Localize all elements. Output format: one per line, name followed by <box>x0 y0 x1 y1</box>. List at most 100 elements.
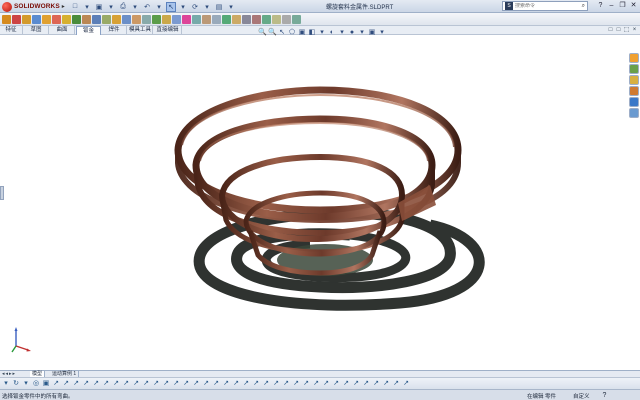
sheet-metal-tool-icon[interactable]: ↗ <box>342 380 350 388</box>
search-input[interactable] <box>515 3 573 9</box>
command-tool-icon[interactable] <box>52 14 61 24</box>
feature-manager-collapse-handle[interactable] <box>0 186 4 200</box>
tab-6[interactable]: 直接编辑 <box>154 26 182 35</box>
command-tool-icon[interactable] <box>2 14 11 24</box>
undo-icon[interactable]: ↶ <box>142 2 152 12</box>
command-tool-icon[interactable] <box>282 14 291 24</box>
sheet-metal-tool-icon[interactable]: ↗ <box>352 380 360 388</box>
tab-5[interactable]: 模具工具 <box>128 26 153 35</box>
sheet-metal-tool-icon[interactable]: ↗ <box>172 380 180 388</box>
command-tool-icon[interactable] <box>142 14 151 24</box>
display-style-icon[interactable]: ◧ <box>308 29 316 37</box>
view-orientation-icon[interactable]: ▣ <box>298 29 306 37</box>
sheet-metal-tool-icon[interactable]: ↗ <box>382 380 390 388</box>
command-tool-icon[interactable] <box>102 14 111 24</box>
command-tool-icon[interactable] <box>92 14 101 24</box>
sheet-metal-tool-icon[interactable]: ↗ <box>292 380 300 388</box>
sheet-metal-tool-icon[interactable]: ↗ <box>132 380 140 388</box>
options-icon[interactable]: ▤ <box>214 2 224 12</box>
sheet-metal-tool-icon[interactable]: ↗ <box>122 380 130 388</box>
zoom-area-icon[interactable]: 🔍 <box>268 29 277 37</box>
search-icon[interactable]: ⌕ <box>582 3 585 10</box>
sheet-metal-tool-icon[interactable]: ↗ <box>152 380 160 388</box>
select-dropdown-icon[interactable]: ▾ <box>178 2 188 12</box>
minimize-button[interactable]: – <box>607 1 616 10</box>
print-dropdown-icon[interactable]: ▾ <box>130 2 140 12</box>
sheet-metal-tool-icon[interactable]: ↗ <box>222 380 230 388</box>
sheet-metal-tool-icon[interactable]: ↗ <box>82 380 90 388</box>
rebuild-icon[interactable]: ⟳ <box>190 2 200 12</box>
menu-arrow-icon[interactable]: ▸ <box>62 3 65 10</box>
command-tool-icon[interactable] <box>152 14 161 24</box>
display-style-dropdown-icon[interactable]: ▾ <box>318 29 326 37</box>
sheet-metal-tool-icon[interactable]: ↗ <box>332 380 340 388</box>
sheet-metal-tool-icon[interactable]: ↗ <box>72 380 80 388</box>
sheet-metal-tool-icon[interactable]: ↗ <box>252 380 260 388</box>
command-tool-icon[interactable] <box>172 14 181 24</box>
sheet-metal-tool-icon[interactable]: ↗ <box>302 380 310 388</box>
command-tool-icon[interactable] <box>32 14 41 24</box>
section-view-icon[interactable]: ⬠ <box>288 29 296 37</box>
appearance-dropdown-icon[interactable]: ▾ <box>358 29 366 37</box>
sheet-metal-tool-icon[interactable]: ↗ <box>362 380 370 388</box>
sheet-metal-tool-icon[interactable]: ▾ <box>22 380 30 388</box>
hide-show-dropdown-icon[interactable]: ▾ <box>338 29 346 37</box>
command-tool-icon[interactable] <box>272 14 281 24</box>
sheet-metal-tool-icon[interactable]: ↗ <box>212 380 220 388</box>
sheet-metal-tool-icon[interactable]: ↗ <box>52 380 60 388</box>
close-button[interactable]: ✕ <box>629 1 638 10</box>
save-dropdown-icon[interactable]: ▾ <box>106 2 116 12</box>
custom-properties-icon[interactable] <box>629 108 639 118</box>
tab-2[interactable]: 曲面 <box>50 26 75 35</box>
sheet-metal-tool-icon[interactable]: ↗ <box>62 380 70 388</box>
sheet-metal-tool-icon[interactable]: ↗ <box>282 380 290 388</box>
print-icon[interactable]: ⎙ <box>118 2 128 12</box>
command-tool-icon[interactable] <box>132 14 141 24</box>
sheet-metal-tool-icon[interactable]: ↗ <box>162 380 170 388</box>
sheet-metal-tool-icon[interactable]: ↗ <box>92 380 100 388</box>
command-tool-icon[interactable] <box>82 14 91 24</box>
command-tool-icon[interactable] <box>62 14 71 24</box>
close-document-icon[interactable]: × <box>631 27 638 34</box>
new-dropdown-icon[interactable]: ▾ <box>82 2 92 12</box>
command-tool-icon[interactable] <box>292 14 301 24</box>
command-tool-icon[interactable] <box>202 14 211 24</box>
tile-icon[interactable]: □ <box>607 27 614 34</box>
sheet-metal-tool-icon[interactable]: ↻ <box>12 380 20 388</box>
command-tool-icon[interactable] <box>122 14 131 24</box>
resources-icon[interactable] <box>629 53 639 63</box>
help-icon[interactable]: ? <box>596 1 605 10</box>
select-icon[interactable]: ↖ <box>166 1 176 12</box>
sheet-metal-tool-icon[interactable]: ↗ <box>372 380 380 388</box>
sheet-metal-tool-icon[interactable]: ↗ <box>312 380 320 388</box>
cascade-icon[interactable]: ⬚ <box>623 27 630 34</box>
tab-1[interactable]: 草图 <box>24 26 49 35</box>
previous-view-icon[interactable]: ↖ <box>278 29 286 37</box>
new-icon[interactable]: □ <box>70 2 80 12</box>
sheet-metal-tool-icon[interactable]: ↗ <box>202 380 210 388</box>
file-explorer-icon[interactable] <box>629 75 639 85</box>
search-scope-icon[interactable]: S <box>505 2 513 10</box>
graphics-area[interactable] <box>0 35 640 370</box>
command-tool-icon[interactable] <box>12 14 21 24</box>
view-palette-icon[interactable] <box>629 86 639 96</box>
options-dropdown-icon[interactable]: ▾ <box>226 2 236 12</box>
spiral-model-view[interactable] <box>0 35 640 370</box>
tab-4[interactable]: 焊件 <box>102 26 127 35</box>
save-icon[interactable]: ▣ <box>94 2 104 12</box>
scene-dropdown-icon[interactable]: ▾ <box>378 29 386 37</box>
scene-icon[interactable]: ▣ <box>368 29 376 37</box>
sheet-metal-tool-icon[interactable]: ↗ <box>192 380 200 388</box>
command-tool-icon[interactable] <box>252 14 261 24</box>
command-tool-icon[interactable] <box>242 14 251 24</box>
sheet-metal-tool-icon[interactable]: ↗ <box>232 380 240 388</box>
command-tool-icon[interactable] <box>212 14 221 24</box>
help-icon[interactable]: ? <box>600 391 609 400</box>
zoom-to-fit-icon[interactable]: 🔍 <box>258 29 267 37</box>
units-selector[interactable]: 自定义 <box>573 392 590 400</box>
hide-show-icon[interactable]: ◐ <box>328 29 336 37</box>
search-commands-box[interactable]: S ⌕ <box>502 1 588 11</box>
command-tool-icon[interactable] <box>262 14 271 24</box>
command-tool-icon[interactable] <box>72 14 81 24</box>
restore-button[interactable]: ❐ <box>618 1 627 10</box>
